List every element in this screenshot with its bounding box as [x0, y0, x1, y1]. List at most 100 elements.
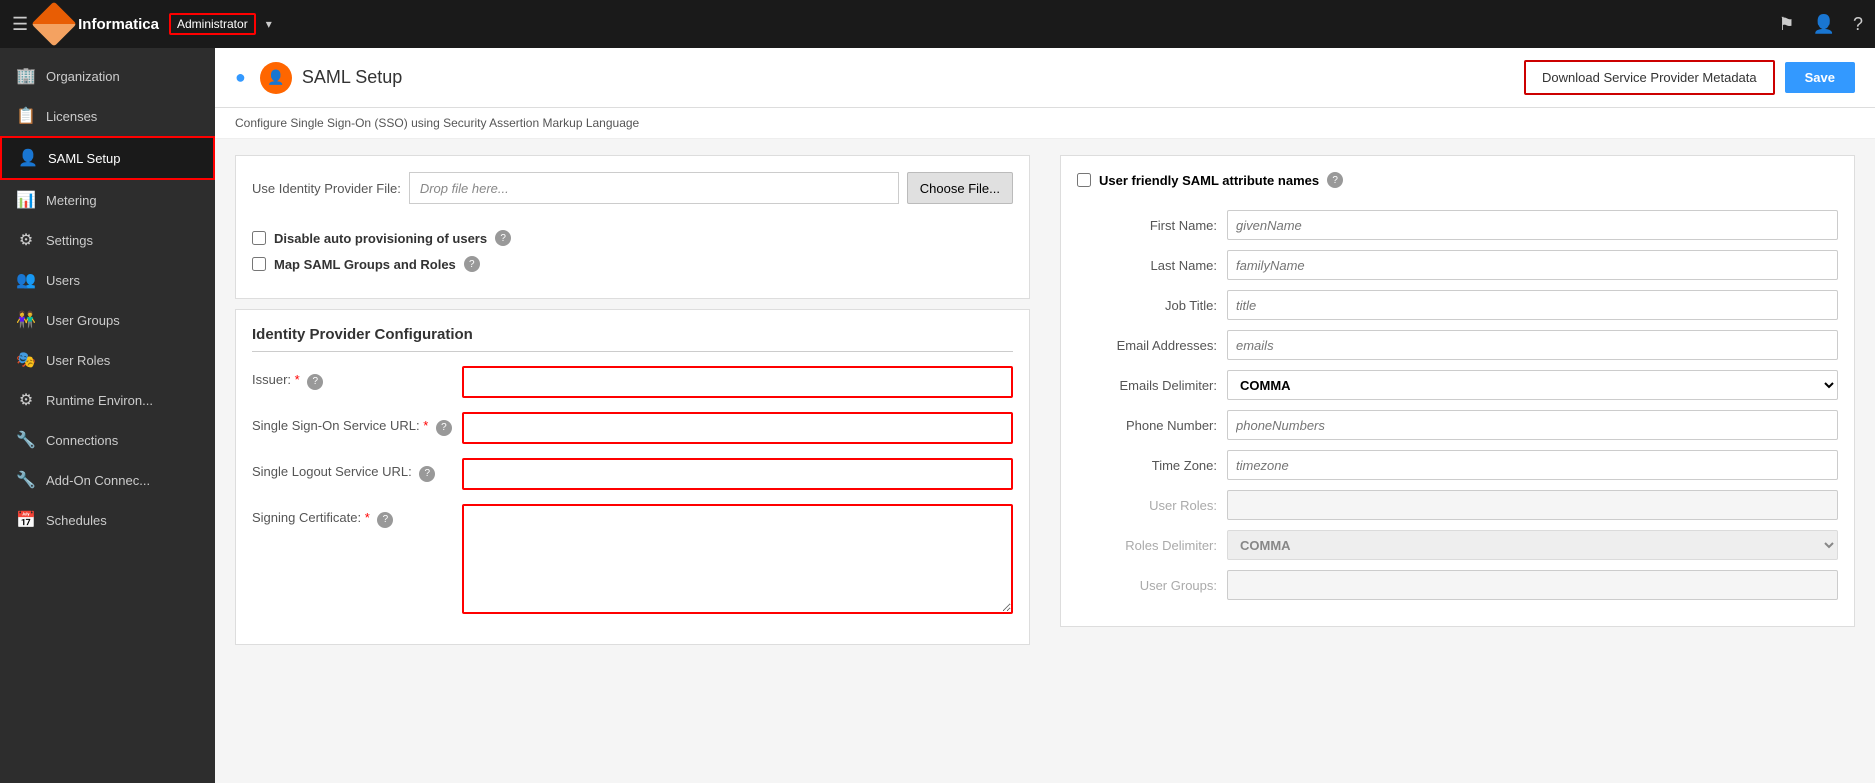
- form-area: Use Identity Provider File: Drop file he…: [215, 139, 1875, 783]
- issuer-help-icon[interactable]: ?: [307, 374, 323, 390]
- sidebar-item-schedules[interactable]: 📅Schedules: [0, 500, 215, 540]
- sidebar-item-licenses[interactable]: 📋Licenses: [0, 96, 215, 136]
- page-title: SAML Setup: [302, 67, 402, 88]
- user-profile-icon[interactable]: 👤: [1813, 14, 1835, 35]
- slo-url-input[interactable]: [462, 458, 1013, 490]
- first-name-label: First Name:: [1077, 218, 1217, 233]
- last-name-label: Last Name:: [1077, 258, 1217, 273]
- user-roles-label: User Roles:: [1077, 498, 1217, 513]
- hamburger-menu[interactable]: ☰: [12, 14, 28, 35]
- sidebar-item-organization[interactable]: 🏢 Organization: [0, 56, 215, 96]
- form-right: User friendly SAML attribute names ? Fir…: [1060, 155, 1855, 767]
- disable-auto-checkbox[interactable]: [252, 231, 266, 245]
- issuer-input[interactable]: [462, 366, 1013, 398]
- organization-icon: 🏢: [16, 66, 36, 86]
- email-addresses-label: Email Addresses:: [1077, 338, 1217, 353]
- sidebar-item-runtime-environ[interactable]: ⚙ Runtime Environ...: [0, 380, 215, 420]
- last-name-input[interactable]: [1227, 250, 1838, 280]
- phone-number-input[interactable]: [1227, 410, 1838, 440]
- sidebar-item-label-settings: Settings: [46, 233, 93, 248]
- save-button[interactable]: Save: [1785, 62, 1855, 93]
- sidebar-item-metering[interactable]: 📊Metering: [0, 180, 215, 220]
- admin-dropdown-arrow[interactable]: ▾: [266, 17, 272, 31]
- first-name-input[interactable]: [1227, 210, 1838, 240]
- user-roles-icon: 🎭: [16, 350, 36, 370]
- sidebar-item-users[interactable]: 👥Users: [0, 260, 215, 300]
- brand-name: Informatica: [78, 16, 159, 33]
- user-groups-label: User Groups:: [1077, 578, 1217, 593]
- disable-auto-label: Disable auto provisioning of users: [274, 231, 487, 246]
- sidebar-item-label-user-groups: User Groups: [46, 313, 120, 328]
- sidebar-item-label-user-roles: User Roles: [46, 353, 110, 368]
- emails-delimiter-select[interactable]: COMMA SEMICOLON PIPE SPACE: [1227, 370, 1838, 400]
- app-body: 🏢Organization📋Licenses👤SAML Setup📊Meteri…: [0, 48, 1875, 783]
- page-dot: ●: [235, 67, 246, 88]
- map-saml-help-icon[interactable]: ?: [464, 256, 480, 272]
- signing-certificate-textarea[interactable]: [462, 504, 1013, 614]
- logo-area: Informatica: [38, 8, 159, 40]
- roles-delimiter-row: Roles Delimiter: COMMA SEMICOLON PIPE SP…: [1077, 530, 1838, 560]
- sidebar-item-label-organization: Organization: [46, 69, 120, 84]
- sidebar-item-saml-setup[interactable]: 👤SAML Setup: [0, 136, 215, 180]
- user-groups-input[interactable]: [1227, 570, 1838, 600]
- user-friendly-checkbox[interactable]: [1077, 173, 1091, 187]
- help-icon[interactable]: ?: [1853, 14, 1863, 35]
- phone-number-label: Phone Number:: [1077, 418, 1217, 433]
- time-zone-row: Time Zone:: [1077, 450, 1838, 480]
- sidebar-item-label-runtime-environ: Runtime Environ...: [46, 393, 153, 408]
- sidebar-item-settings[interactable]: ⚙ Settings: [0, 220, 215, 260]
- job-title-label: Job Title:: [1077, 298, 1217, 313]
- issuer-label: Issuer: * ?: [252, 366, 452, 390]
- sso-url-input[interactable]: [462, 412, 1013, 444]
- choose-file-button[interactable]: Choose File...: [907, 172, 1013, 204]
- user-roles-row: User Roles:: [1077, 490, 1838, 520]
- slo-url-field-row: Single Logout Service URL: ?: [252, 458, 1013, 490]
- runtime-environ-icon: ⚙: [16, 390, 36, 410]
- roles-delimiter-select[interactable]: COMMA SEMICOLON PIPE SPACE: [1227, 530, 1838, 560]
- slo-url-label: Single Logout Service URL: ?: [252, 458, 452, 482]
- sidebar-item-connections[interactable]: 🔧 Connections: [0, 420, 215, 460]
- last-name-row: Last Name:: [1077, 250, 1838, 280]
- issuer-required: *: [295, 372, 300, 387]
- map-saml-checkbox[interactable]: [252, 257, 266, 271]
- sso-required: *: [423, 418, 428, 433]
- first-name-row: First Name:: [1077, 210, 1838, 240]
- admin-badge[interactable]: Administrator: [169, 13, 256, 35]
- file-drop-placeholder: Drop file here...: [420, 181, 509, 196]
- time-zone-input[interactable]: [1227, 450, 1838, 480]
- user-friendly-header: User friendly SAML attribute names ?: [1077, 172, 1838, 196]
- saml-page-icon: 👤: [260, 62, 292, 94]
- issuer-field-row: Issuer: * ?: [252, 366, 1013, 398]
- sub-header: Configure Single Sign-On (SSO) using Sec…: [215, 108, 1875, 139]
- sidebar-item-user-groups[interactable]: 👫User Groups: [0, 300, 215, 340]
- emails-delimiter-label: Emails Delimiter:: [1077, 378, 1217, 393]
- disable-auto-help-icon[interactable]: ?: [495, 230, 511, 246]
- main-content: ● 👤 SAML Setup Download Service Provider…: [215, 48, 1875, 783]
- settings-icon: ⚙: [16, 230, 36, 250]
- cert-field-row: Signing Certificate: * ?: [252, 504, 1013, 614]
- sidebar-item-add-on-connec[interactable]: 🔧Add-On Connec...: [0, 460, 215, 500]
- metering-icon: 📊: [16, 190, 36, 210]
- licenses-icon: 📋: [16, 106, 36, 126]
- page-title-area: ● 👤 SAML Setup: [235, 62, 402, 94]
- map-saml-row: Map SAML Groups and Roles ?: [252, 256, 1013, 272]
- page-header: ● 👤 SAML Setup Download Service Provider…: [215, 48, 1875, 108]
- file-drop-zone[interactable]: Drop file here...: [409, 172, 899, 204]
- user-friendly-help-icon[interactable]: ?: [1327, 172, 1343, 188]
- file-upload-row: Use Identity Provider File: Drop file he…: [252, 172, 1013, 216]
- cert-help-icon[interactable]: ?: [377, 512, 393, 528]
- header-actions: Download Service Provider Metadata Save: [1524, 60, 1855, 95]
- flag-icon[interactable]: ⚑: [1778, 14, 1794, 35]
- email-addresses-row: Email Addresses:: [1077, 330, 1838, 360]
- sso-help-icon[interactable]: ?: [436, 420, 452, 436]
- email-addresses-input[interactable]: [1227, 330, 1838, 360]
- slo-help-icon[interactable]: ?: [419, 466, 435, 482]
- sidebar-item-label-connections: Connections: [46, 433, 118, 448]
- job-title-input[interactable]: [1227, 290, 1838, 320]
- sidebar-item-user-roles[interactable]: 🎭 User Roles: [0, 340, 215, 380]
- users-icon: 👥: [16, 270, 36, 290]
- connections-icon: 🔧: [16, 430, 36, 450]
- sub-header-text: Configure Single Sign-On (SSO) using Sec…: [235, 116, 639, 130]
- download-metadata-button[interactable]: Download Service Provider Metadata: [1524, 60, 1775, 95]
- user-roles-input[interactable]: [1227, 490, 1838, 520]
